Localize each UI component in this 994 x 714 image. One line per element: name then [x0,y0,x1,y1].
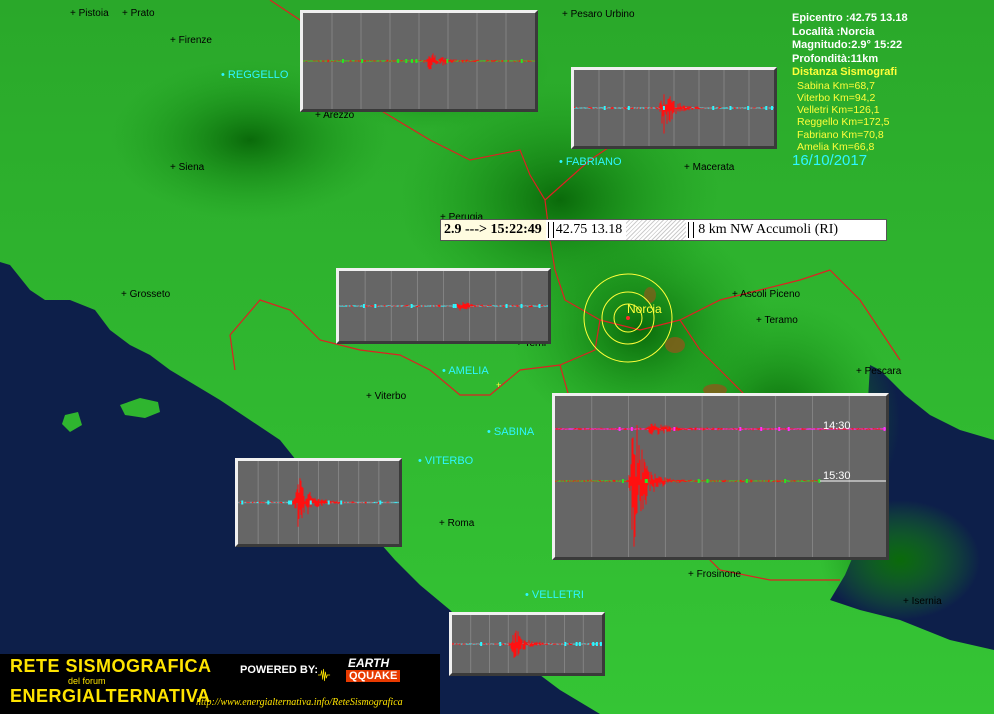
city-label: + Frosinone [688,569,742,580]
logo-line2: del forum [68,676,106,686]
epicentro-text: Epicentro :42.75 13.18 [792,12,908,24]
seismogram-velletri [449,612,605,676]
seismo-trace [574,94,774,134]
event-location: 8 km NW Accumoli (RI) [698,222,839,237]
profondita-text: Profondità:11km [792,52,879,65]
distance-item: Velletri Km=126,1 [797,104,880,117]
magnitude-time: 2.9 ---> 15:22:49 [441,220,546,240]
site-url[interactable]: http://www.energialternativa.info/ReteSi… [196,697,403,708]
city-label: + Macerata [684,162,735,173]
logo-line1: RETE SISMOGRAFICA [10,656,212,676]
city-label: + Siena [170,162,205,173]
seismogram-amelia [336,268,551,344]
station-label-sabina: • SABINA [487,426,535,438]
epicenter-label: Norcia [627,302,662,316]
station-label-reggello: • REGGELLO [221,69,289,81]
date-text: 16/10/2017 [792,152,868,170]
city-label: + Isernia [903,596,942,607]
event-coordinates: 42.75 13.18 [555,222,623,237]
time-label-1530: 15:30 [823,470,851,482]
distance-item: Fabriano Km=70,8 [797,128,884,141]
seismogram-sabina: 14:30 15:30 [552,393,889,560]
city-label: + Roma [439,518,475,529]
city-label: + Teramo [756,315,798,326]
seismogram-reggello [300,10,538,112]
station-label-fabriano: • FABRIANO [559,156,622,168]
qquake-text: QQUAKE [346,670,401,682]
city-label: + Pistoia [70,8,109,19]
time-label-1430: 14:30 [823,420,851,432]
city-label: + Prato [122,8,155,19]
localita-text: Località :Norcia [792,25,875,38]
earth-text: EARTH [348,656,390,670]
rete-sismografica-logo: RETE SISMOGRAFICA del forum ENERGIALTERN… [0,654,440,714]
seismo-trace [238,478,399,527]
earthquake-wave-icon [318,668,331,682]
distance-item: Reggello Km=172,5 [797,116,890,129]
station-label-viterbo: • VITERBO [418,455,474,467]
svg-text:+: + [496,380,501,390]
logo-line3: ENERGIALTERNATIVA [10,686,211,706]
city-label: + Viterbo [366,391,407,402]
magnitudo-text: Magnitudo:2.9° 15:22 [792,39,903,51]
distance-item: Viterbo Km=94,2 [797,91,876,104]
epicenter-marker [626,316,630,320]
seismogram-fabriano [571,67,777,149]
city-label: + Firenze [170,35,212,46]
city-label: + Pescara [856,366,902,377]
city-label: + Ascoli Piceno [732,289,801,300]
distanza-title: Distanza Sismografi [792,66,898,78]
station-label-amelia: • AMELIA [442,365,489,377]
city-label: + Pesaro Urbino [562,9,635,20]
seismo-trace [555,425,820,547]
seismogram-viterbo [235,458,402,547]
quake-info-panel: Epicentro :42.75 13.18 Località :Norcia … [792,12,908,168]
powered-by-label: POWERED BY: [240,664,319,676]
distance-item: Sabina Km=68,7 [797,79,875,92]
station-label-velletri: • VELLETRI [525,589,584,601]
event-info-bar: 2.9 ---> 15:22:49 42.75 13.18 8 km NW Ac… [440,219,887,241]
city-label: + Grosseto [121,289,171,300]
